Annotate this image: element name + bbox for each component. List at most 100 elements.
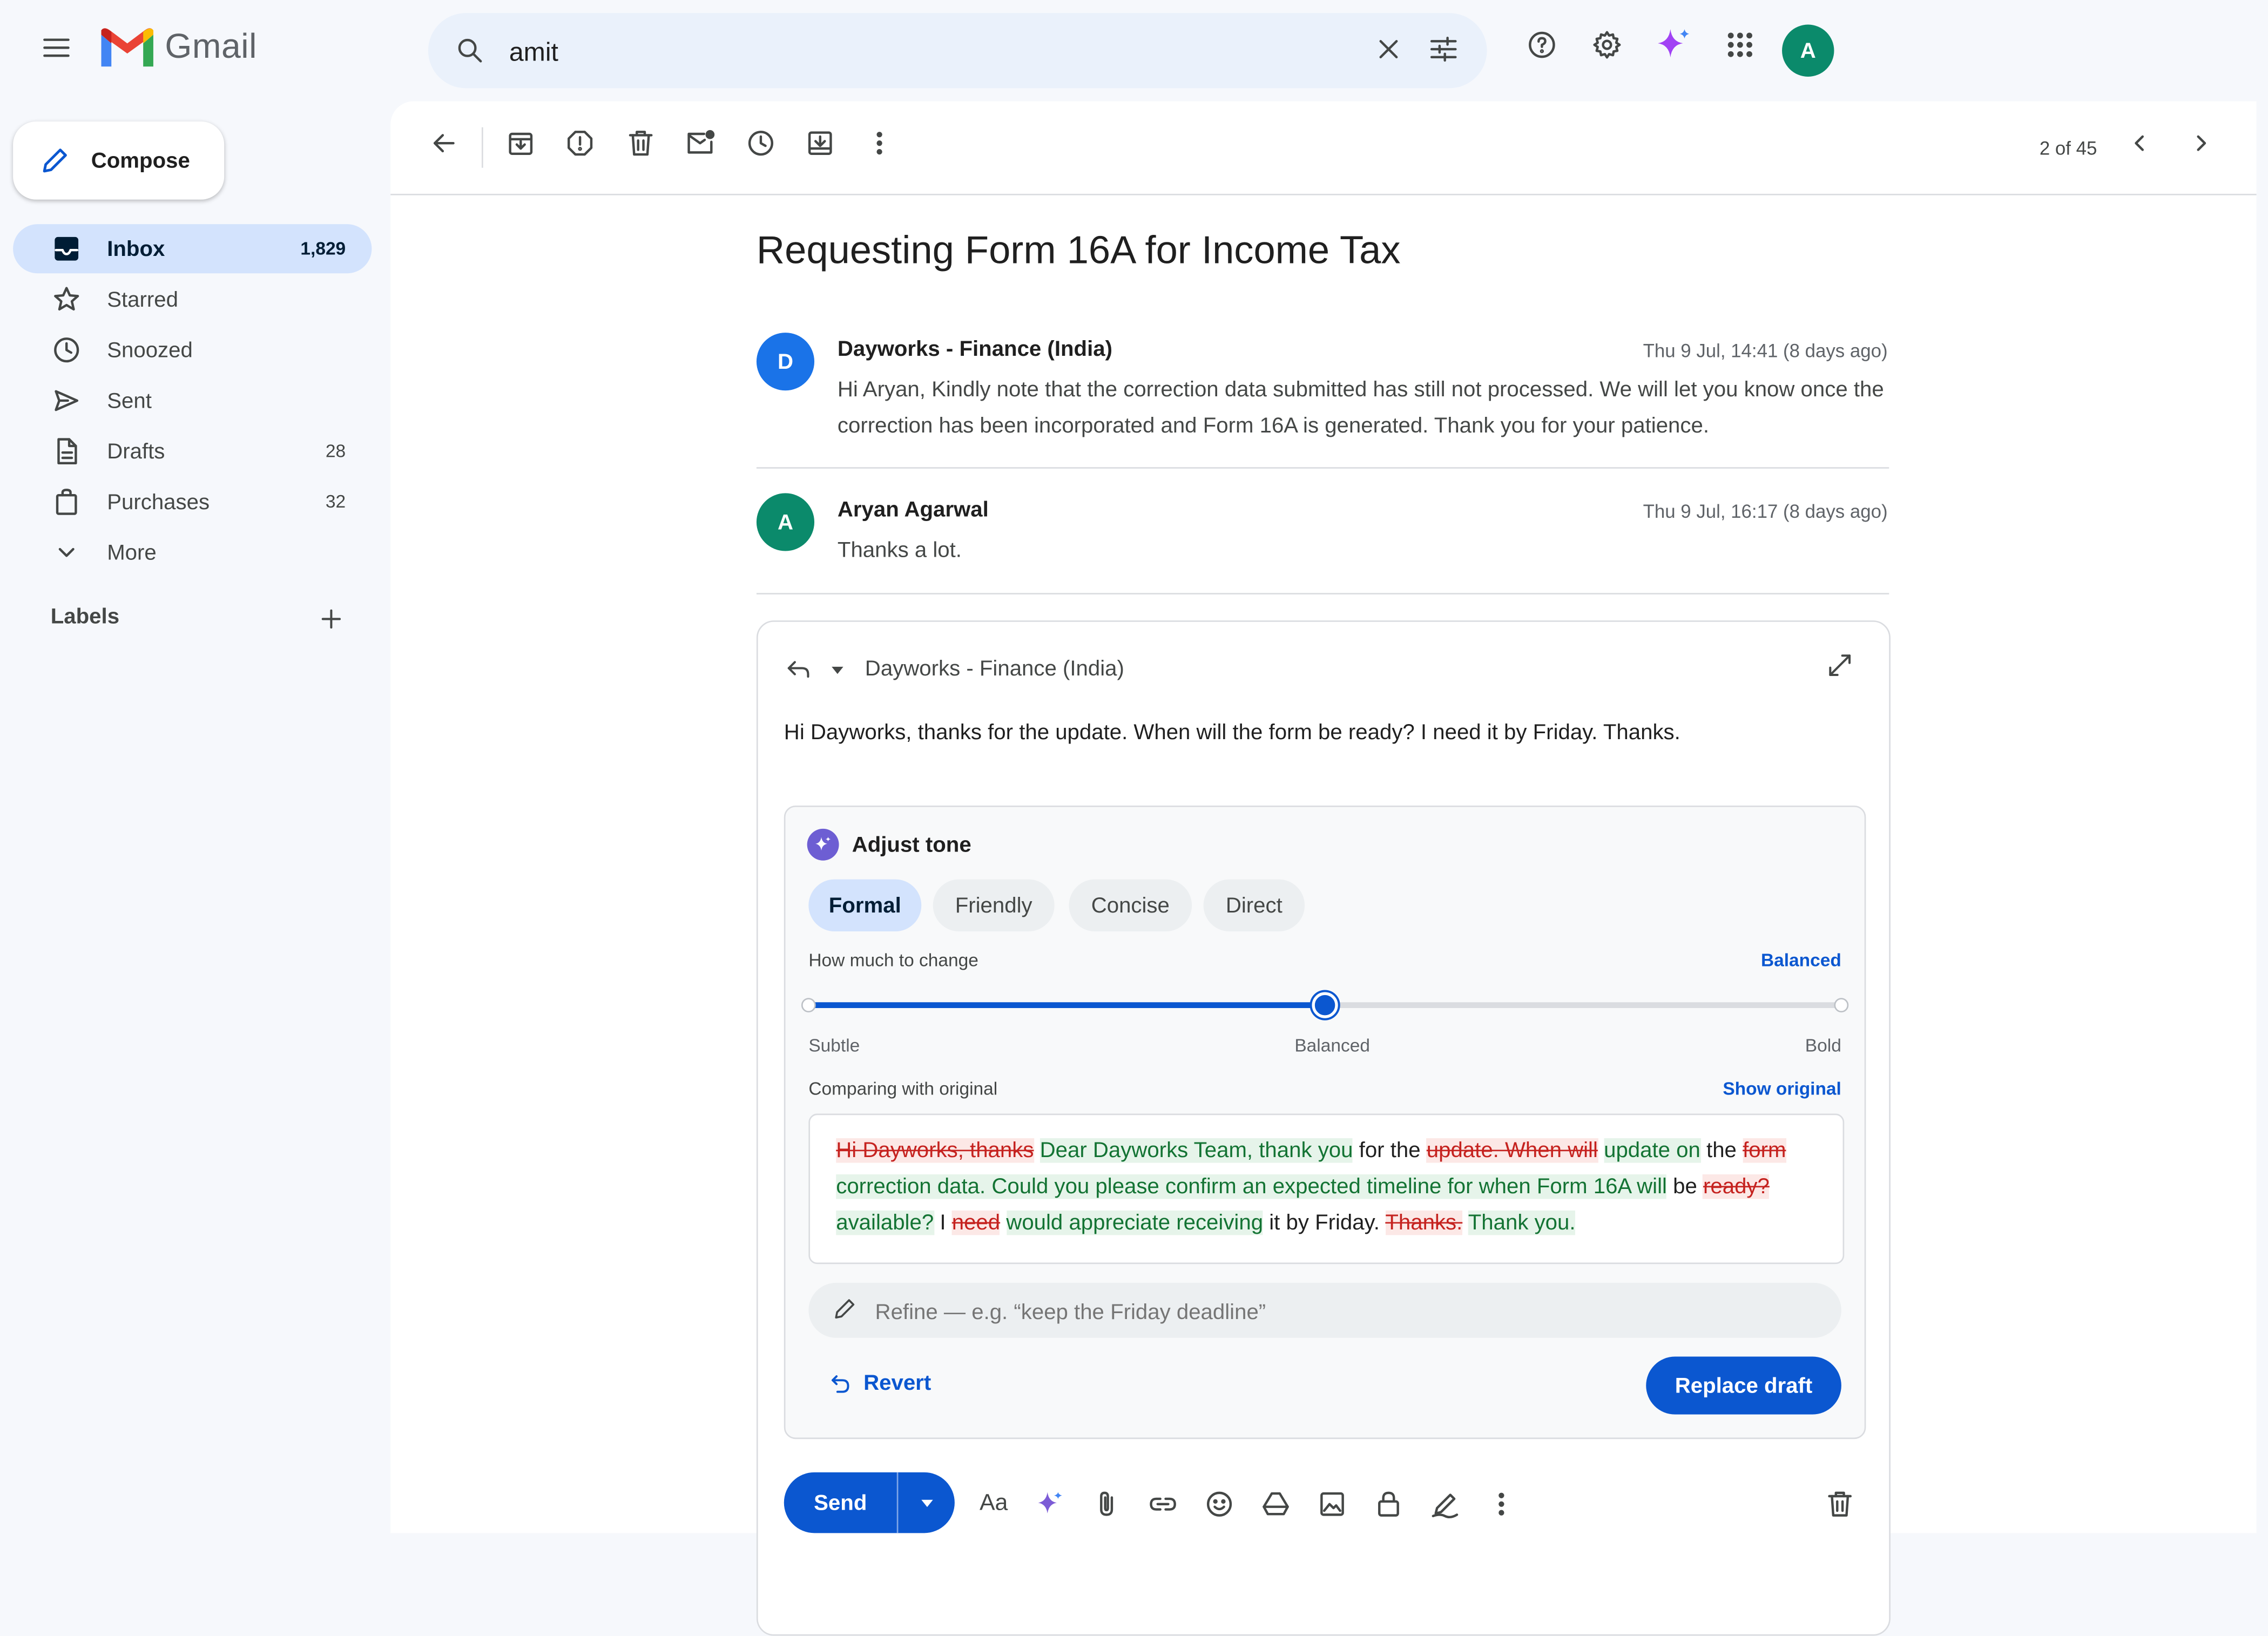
strength-value: Balanced	[1760, 950, 1841, 971]
tone-strength-slider[interactable]	[801, 992, 1849, 1018]
gemini-sparkle-icon[interactable]	[1655, 26, 1692, 64]
message-panel: 2 of 45 Requesting Form 16A for Income T…	[390, 101, 2257, 1636]
compare-label: Comparing with original	[808, 1079, 998, 1099]
sidebar-item-label: More	[107, 540, 157, 565]
older-chevron-icon[interactable]	[2185, 127, 2217, 159]
purchases-count: 32	[325, 491, 346, 512]
sender-avatar[interactable]: D	[756, 333, 815, 391]
reply-draft-text[interactable]: Hi Dayworks, thanks for the update. When…	[784, 720, 1680, 745]
star-icon	[51, 283, 83, 315]
sidebar-item-inbox[interactable]: Inbox 1,829	[13, 224, 372, 274]
search-options-icon[interactable]	[1428, 33, 1460, 65]
refine-input-box[interactable]	[808, 1282, 1841, 1338]
gemini-sparkle-icon	[807, 828, 839, 861]
back-arrow-icon[interactable]	[428, 127, 460, 159]
gmail-logo[interactable]: Gmail	[98, 26, 257, 69]
message-divider	[756, 467, 1889, 469]
reply-recipient[interactable]: Dayworks - Finance (India)	[865, 657, 1124, 681]
help-icon[interactable]	[1523, 26, 1561, 64]
insert-drive-file-icon[interactable]	[1258, 1487, 1293, 1522]
send-icon	[51, 385, 83, 417]
insert-emoji-icon[interactable]	[1202, 1487, 1237, 1522]
added-text: correction data. Could you please confir…	[836, 1174, 1667, 1199]
confidential-mode-icon[interactable]	[1371, 1487, 1406, 1522]
removed-text: ready?	[1703, 1174, 1770, 1199]
sidebar-item-starred[interactable]: Starred	[13, 275, 372, 324]
refine-input[interactable]	[872, 1294, 1746, 1329]
reply-arrow-icon[interactable]	[784, 654, 813, 690]
mark-unread-icon[interactable]	[684, 127, 716, 159]
settings-icon[interactable]	[1588, 26, 1626, 64]
adjust-tone-panel: Adjust tone Formal Friendly Concise Dire…	[784, 805, 1866, 1439]
unchanged-text: it by Friday.	[1269, 1210, 1380, 1235]
unread-count: 1,829	[300, 238, 346, 259]
sidebar-item-sent[interactable]: Sent	[13, 376, 372, 425]
main-menu-button[interactable]	[32, 26, 81, 69]
sidebar-item-label: Starred	[107, 287, 179, 312]
insert-photo-icon[interactable]	[1315, 1487, 1349, 1522]
message-body[interactable]: Thanks a lot.	[838, 532, 962, 569]
hamburger-menu-icon	[43, 38, 70, 57]
chevron-down-icon	[51, 537, 83, 569]
sender-name[interactable]: Dayworks - Finance (India)	[838, 337, 1112, 362]
unchanged-text: for the	[1359, 1138, 1421, 1163]
reply-compose-card: Dayworks - Finance (India) Hi Dayworks, …	[756, 620, 1891, 1636]
send-button[interactable]: Send	[784, 1472, 897, 1533]
message-body[interactable]: Hi Aryan, Kindly note that the correctio…	[838, 371, 1908, 444]
archive-icon[interactable]	[505, 127, 537, 159]
tone-chip-formal[interactable]: Formal	[808, 879, 922, 932]
unchanged-text: be	[1673, 1174, 1697, 1199]
apps-grid-icon[interactable]	[1722, 26, 1759, 64]
clear-search-icon[interactable]	[1373, 33, 1405, 65]
sidebar-item-purchases[interactable]: Purchases 32	[13, 477, 372, 526]
unchanged-text: the	[1706, 1138, 1737, 1163]
message-divider	[756, 593, 1889, 594]
sender-name[interactable]: Aryan Agarwal	[838, 497, 989, 522]
added-text: available?	[836, 1210, 934, 1235]
compose-button[interactable]: Compose	[13, 121, 225, 200]
removed-text: need	[951, 1210, 1001, 1235]
sidebar-item-more[interactable]: More	[13, 528, 372, 577]
report-spam-icon[interactable]	[564, 127, 596, 159]
search-icon[interactable]	[454, 35, 486, 66]
tone-chip-concise[interactable]: Concise	[1069, 879, 1192, 932]
revert-button[interactable]: Revert	[829, 1371, 931, 1396]
delete-icon[interactable]	[625, 127, 657, 159]
attach-file-icon[interactable]	[1089, 1487, 1124, 1522]
sidebar-item-drafts[interactable]: Drafts 28	[13, 427, 372, 476]
slider-fill	[808, 1002, 1325, 1008]
replace-draft-button[interactable]: Replace draft	[1646, 1356, 1841, 1415]
clock-icon	[51, 334, 83, 366]
more-options-icon[interactable]	[1484, 1487, 1518, 1522]
scale-label-bold: Bold	[1805, 1035, 1841, 1056]
sidebar-item-snoozed[interactable]: Snoozed	[13, 326, 372, 375]
insert-link-icon[interactable]	[1145, 1487, 1180, 1522]
gemini-sparkle-icon[interactable]	[1033, 1487, 1068, 1522]
account-avatar[interactable]: A	[1782, 24, 1834, 77]
more-options-icon[interactable]	[863, 127, 895, 159]
newer-chevron-icon[interactable]	[2123, 127, 2155, 159]
tone-chip-friendly[interactable]: Friendly	[933, 879, 1055, 932]
insert-signature-icon[interactable]	[1428, 1487, 1462, 1522]
sender-avatar[interactable]: A	[756, 493, 815, 551]
slider-end-stop	[1834, 998, 1849, 1013]
removed-text: form	[1743, 1138, 1786, 1163]
gmail-envelope-icon	[101, 28, 153, 67]
move-to-icon[interactable]	[804, 127, 836, 159]
schedule-send-dropdown[interactable]	[898, 1472, 954, 1533]
search-input[interactable]	[506, 30, 1322, 74]
message-date: Thu 9 Jul, 16:17 (8 days ago)	[1643, 500, 1888, 522]
tone-chip-direct[interactable]: Direct	[1203, 879, 1305, 932]
added-text: update on	[1604, 1138, 1700, 1163]
discard-draft-icon[interactable]	[1823, 1487, 1857, 1522]
pop-out-expand-icon[interactable]	[1825, 651, 1854, 687]
search-bar[interactable]	[428, 13, 1487, 89]
sidebar-item-label: Purchases	[107, 489, 210, 515]
snooze-icon[interactable]	[745, 127, 777, 159]
formatting-options-icon[interactable]: Aa	[976, 1487, 1011, 1522]
show-original-link[interactable]: Show original	[1723, 1079, 1841, 1099]
reply-type-dropdown-icon[interactable]	[829, 659, 846, 685]
add-label-icon[interactable]	[317, 605, 346, 641]
compose-label: Compose	[91, 148, 190, 173]
slider-thumb[interactable]	[1312, 992, 1338, 1018]
